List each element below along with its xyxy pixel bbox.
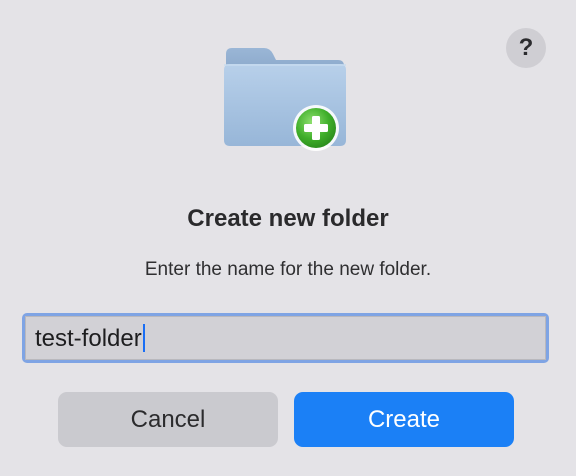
cancel-button[interactable]: Cancel (58, 392, 278, 447)
create-button[interactable]: Create (294, 392, 514, 447)
dialog-message: Enter the name for the new folder. (144, 259, 432, 280)
new-folder-icon (224, 48, 346, 151)
cancel-label: Cancel (130, 406, 206, 433)
folder-name-input[interactable]: test-folder (25, 316, 546, 360)
text-caret (142, 323, 145, 352)
folder-name-field[interactable]: test-folder (22, 313, 549, 363)
folder-name-value: test-folder (35, 325, 142, 352)
help-label: ? (518, 34, 534, 61)
help-button[interactable]: ? (506, 28, 546, 68)
create-label: Create (367, 406, 441, 433)
dialog-title: Create new folder (187, 205, 389, 232)
create-folder-dialog: ? Create new folder Enter the name for t… (0, 0, 576, 476)
